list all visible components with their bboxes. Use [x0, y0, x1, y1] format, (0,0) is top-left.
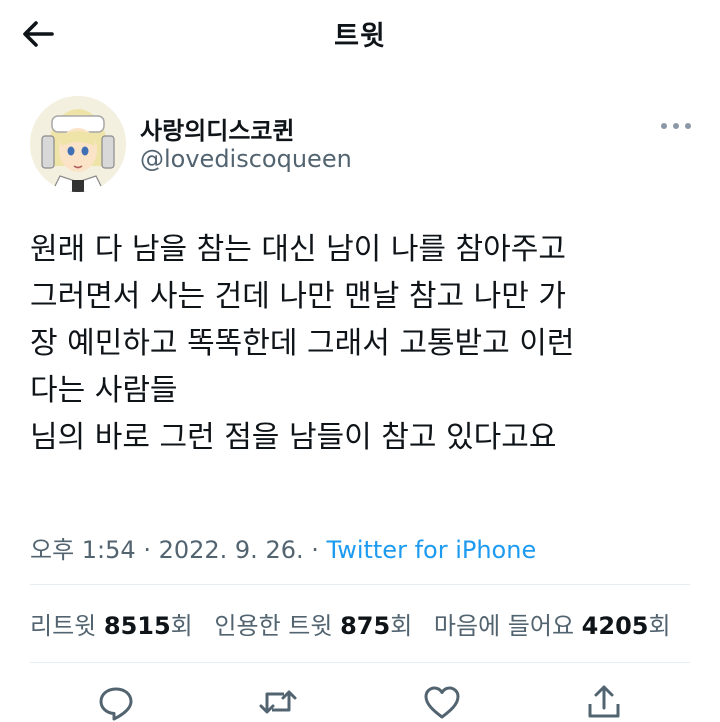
- quotes-count: 875: [340, 612, 391, 640]
- tweet-date[interactable]: 2022. 9. 26.: [159, 536, 304, 564]
- retweet-button[interactable]: [258, 682, 298, 722]
- divider: [30, 662, 690, 663]
- tweet-source-link[interactable]: Twitter for iPhone: [327, 536, 537, 564]
- quotes-stat[interactable]: 인용한 트윗 875회: [214, 612, 412, 640]
- display-name[interactable]: 사랑의디스코퀸: [140, 111, 295, 146]
- likes-unit: 회: [648, 612, 671, 640]
- like-icon: [424, 686, 460, 719]
- like-button[interactable]: [422, 682, 462, 722]
- meta-separator: ·: [135, 536, 159, 564]
- tweet-line: 님의 바로 그런 점을 남들이 참고 있다고요: [30, 420, 557, 455]
- retweets-label: 리트윗: [30, 612, 104, 640]
- top-bar: 트윗: [0, 0, 720, 66]
- tweet-time[interactable]: 오후 1:54: [30, 536, 136, 564]
- likes-count: 4205: [581, 612, 649, 640]
- tweet-text: 원래 다 남을 참는 대신 남이 나를 참아주고 그러면서 사는 건데 나만 맨…: [30, 226, 700, 461]
- likes-label: 마음에 들어요: [433, 612, 582, 640]
- retweets-count: 8515: [103, 612, 171, 640]
- more-icon: [661, 123, 691, 129]
- retweets-unit: 회: [170, 612, 193, 640]
- tweet-line: 원래 다 남을 참는 대신 남이 나를 참아주고: [30, 232, 566, 267]
- tweet-line: 다는 사람들: [30, 373, 178, 408]
- avatar-image: [30, 96, 126, 192]
- user-handle[interactable]: @lovediscoqueen: [140, 145, 352, 173]
- tweet-line: 그러면서 사는 건데 나만 맨날 참고 나만 가: [30, 279, 566, 314]
- action-bar: [0, 676, 720, 722]
- meta-separator: ·: [303, 536, 327, 564]
- avatar[interactable]: [30, 96, 126, 192]
- likes-stat[interactable]: 마음에 들어요 4205회: [434, 612, 671, 640]
- page-title: 트윗: [334, 21, 386, 52]
- divider: [30, 584, 690, 585]
- retweets-stat[interactable]: 리트윗 8515회: [30, 612, 193, 640]
- retweet-icon: [259, 690, 297, 714]
- quotes-unit: 회: [390, 612, 413, 640]
- reply-button[interactable]: [96, 682, 136, 722]
- tweet-stats: 리트윗 8515회 인용한 트윗 875회 마음에 들어요 4205회: [30, 606, 685, 641]
- more-button[interactable]: [656, 114, 696, 138]
- share-button[interactable]: [584, 682, 624, 722]
- tweet-line: 장 예민하고 똑똑한데 그래서 고통받고 이런: [30, 326, 575, 361]
- share-icon: [588, 685, 620, 718]
- reply-icon: [99, 687, 133, 721]
- tweet-meta: 오후 1:54 · 2022. 9. 26. · Twitter for iPh…: [30, 530, 536, 565]
- quotes-label: 인용한 트윗: [214, 612, 341, 640]
